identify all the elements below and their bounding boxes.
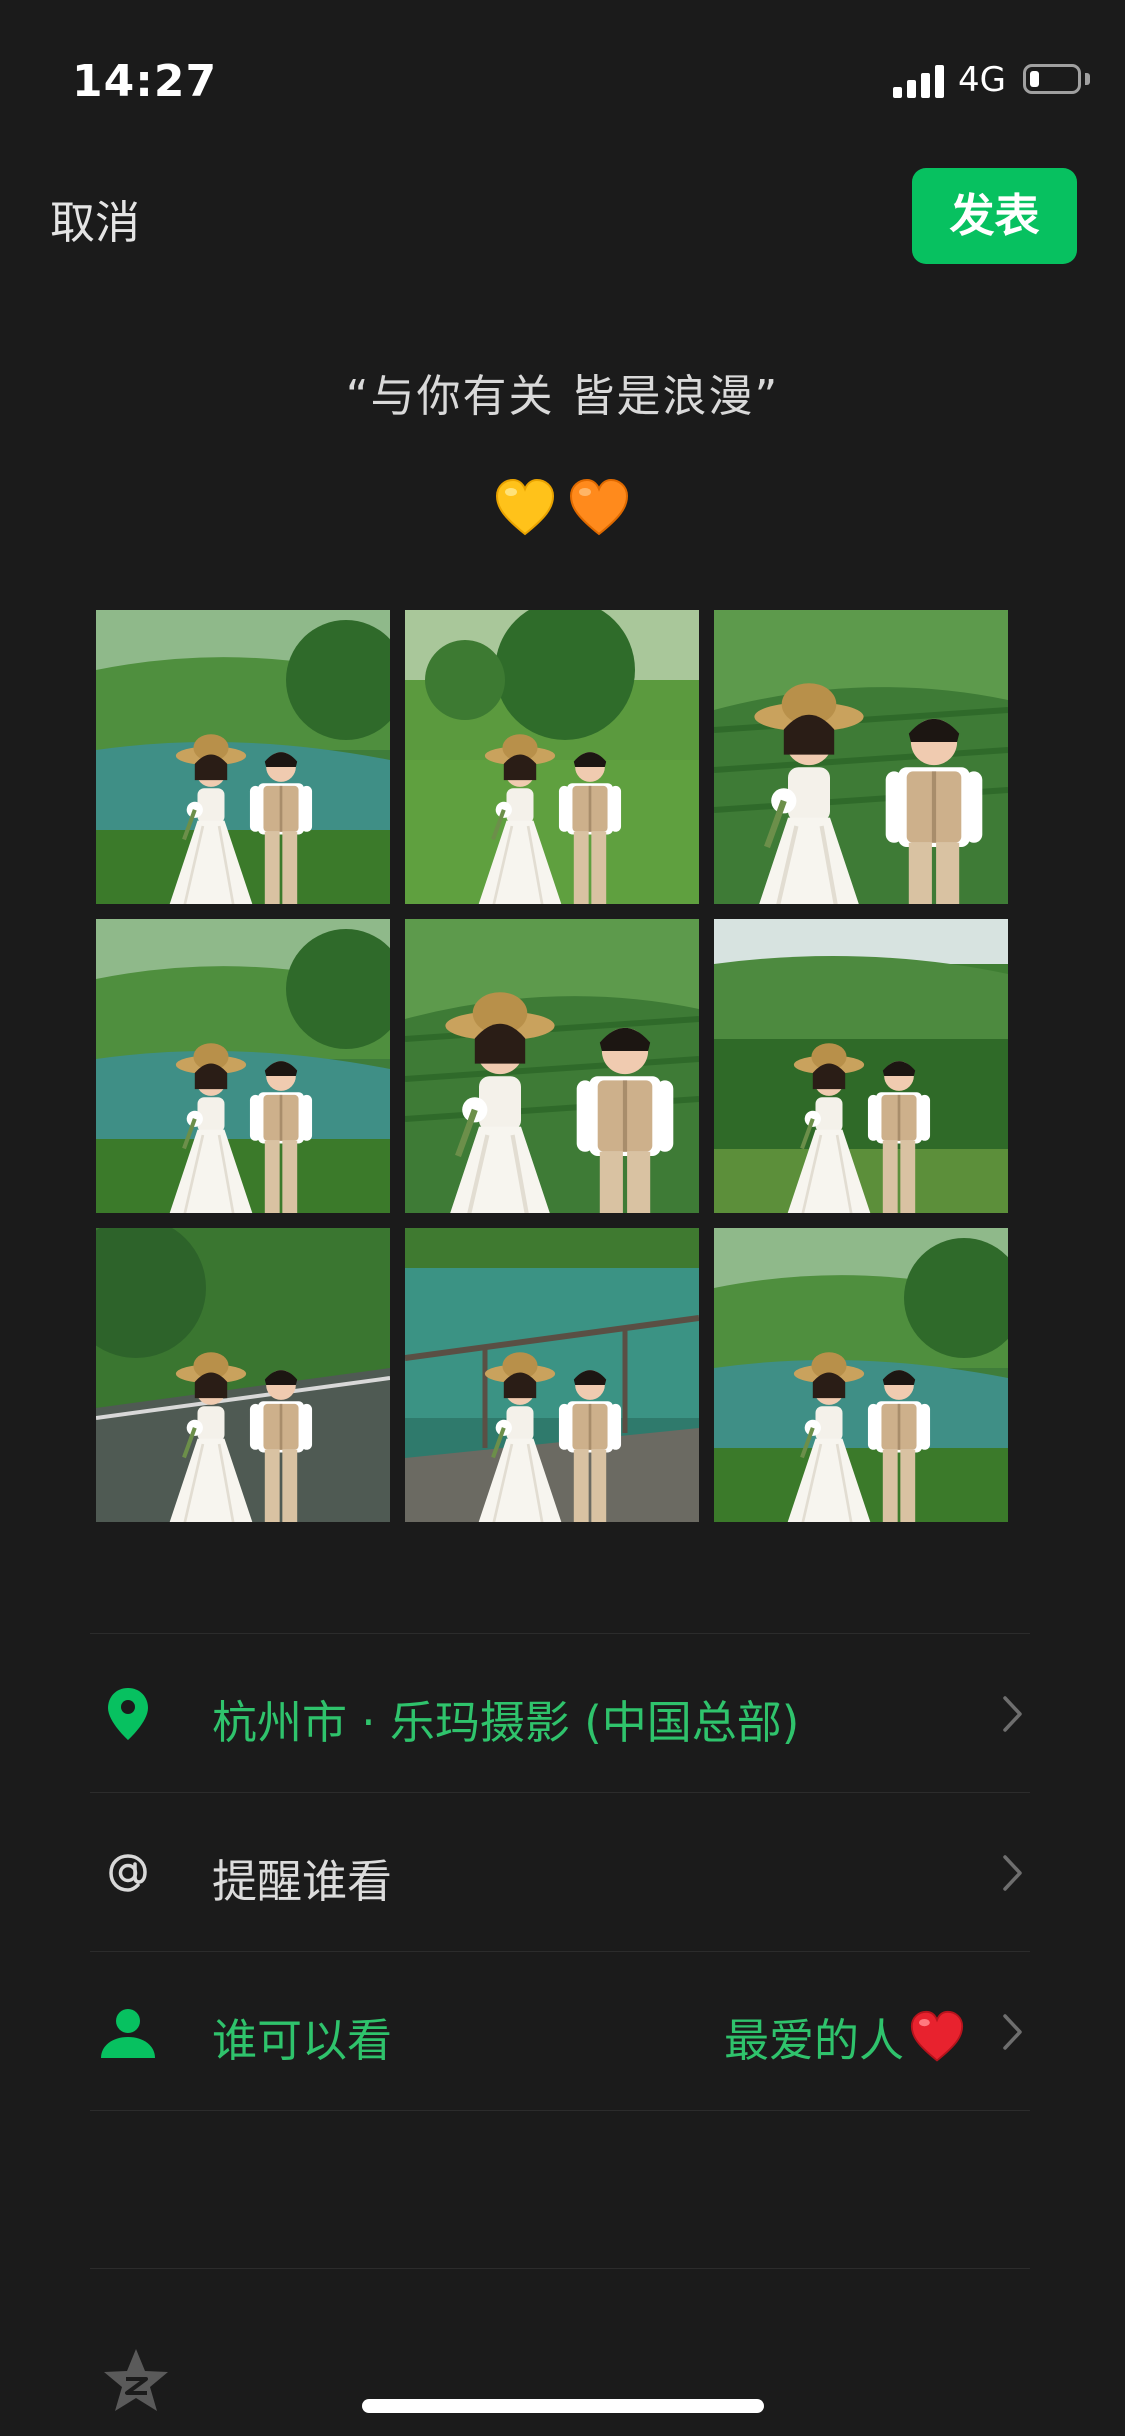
home-indicator [362, 2399, 764, 2413]
visibility-row[interactable]: 谁可以看 最爱的人 [90, 1952, 1030, 2110]
mention-row[interactable]: 提醒谁看 [90, 1793, 1030, 1951]
divider [90, 2110, 1030, 2111]
red-heart-icon [910, 2010, 964, 2062]
wedding-photo-3[interactable] [714, 610, 1008, 904]
wedding-photo-4[interactable] [96, 919, 390, 1213]
publish-button[interactable]: 发表 [912, 168, 1077, 264]
qzone-star-icon[interactable] [100, 2345, 172, 2417]
visibility-value: 最爱的人 [724, 2004, 966, 2069]
wedding-photo-7[interactable] [96, 1228, 390, 1522]
post-caption[interactable]: “与你有关 皆是浪漫” [0, 360, 1125, 424]
wedding-photo-5[interactable] [405, 919, 699, 1213]
caption-emoji [495, 478, 630, 538]
mention-label: 提醒谁看 [212, 1855, 393, 1908]
at-sign-icon [98, 1843, 158, 1903]
battery-level [1030, 71, 1039, 87]
cellular-signal-icon [893, 64, 945, 98]
chevron-right-icon [1000, 1853, 1026, 1893]
cancel-button[interactable]: 取消 [50, 186, 140, 251]
chevron-right-icon [1000, 1694, 1026, 1734]
battery-cap [1085, 73, 1090, 85]
wedding-photo-8[interactable] [405, 1228, 699, 1522]
wedding-photo-1[interactable] [96, 610, 390, 904]
divider [90, 2268, 1030, 2269]
person-icon [98, 2002, 158, 2062]
status-bar: 14:27 4G [0, 0, 1125, 140]
emoji-hearts [495, 478, 629, 536]
visibility-value-text: 最爱的人 [723, 2014, 904, 2067]
location-pin-icon [98, 1684, 158, 1744]
location-label: 杭州市 · 乐玛摄影 (中国总部) [212, 1696, 800, 1749]
wedding-photo-6[interactable] [714, 919, 1008, 1213]
location-row[interactable]: 杭州市 · 乐玛摄影 (中国总部) [90, 1634, 1030, 1792]
wedding-photo-2[interactable] [405, 610, 699, 904]
wedding-photo-9[interactable] [714, 1228, 1008, 1522]
orange-heart-icon [569, 478, 629, 536]
network-type: 4G [958, 60, 1006, 100]
battery-icon [1023, 64, 1081, 94]
visibility-label: 谁可以看 [212, 2014, 393, 2067]
chevron-right-icon [1000, 2012, 1026, 2052]
yellow-heart-icon [495, 478, 555, 536]
status-time: 14:27 [72, 56, 218, 107]
